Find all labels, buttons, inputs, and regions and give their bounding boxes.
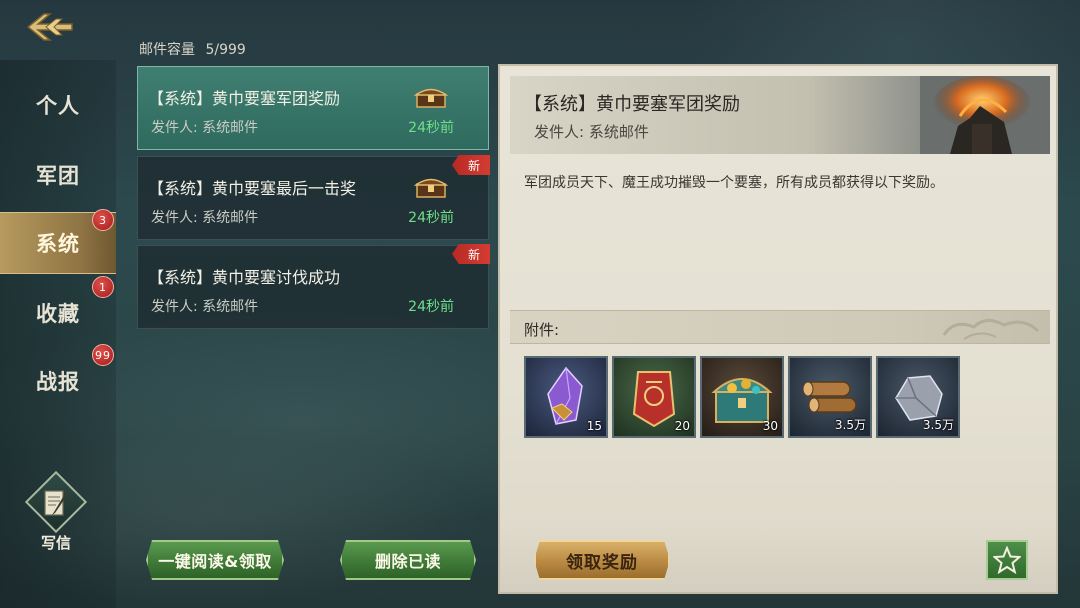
write-letter-label: 写信 <box>40 534 71 552</box>
item-count: 30 <box>762 419 778 433</box>
nav-item-legion[interactable]: 军团 <box>0 144 116 206</box>
new-badge: 新 <box>452 244 490 264</box>
mail-list-item[interactable]: 【系统】黄巾要塞最后一击奖 发件人: 系统邮件 24秒前 新 <box>137 155 490 240</box>
star-icon <box>993 546 1021 574</box>
mail-sender: 发件人: 系统邮件 <box>151 210 259 226</box>
mail-detail-panel: 【系统】黄巾要塞军团奖励 发件人: 系统邮件 军团成员天下、魔王成功摧毁一个要塞… <box>498 64 1058 594</box>
nav-item-label: 收藏 <box>36 302 80 326</box>
mail-title: 【系统】黄巾要塞最后一击奖 <box>148 179 357 198</box>
mail-title: 【系统】黄巾要塞军团奖励 <box>148 89 341 108</box>
back-button[interactable] <box>22 10 78 44</box>
item-count: 3.5万 <box>834 418 866 432</box>
mail-capacity: 邮件容量 5/999 <box>139 39 246 59</box>
mail-detail-title: 【系统】黄巾要塞军团奖励 <box>524 94 740 115</box>
favorite-button[interactable] <box>986 540 1028 580</box>
attachment-item[interactable]: 3.5万 <box>788 356 872 438</box>
cloud-ornament-icon <box>942 319 1040 340</box>
letter-pen-icon <box>44 490 68 516</box>
read-and-claim-all-button[interactable]: 一键阅读&领取 <box>146 540 284 580</box>
mail-title: 【系统】黄巾要塞讨伐成功 <box>148 268 341 287</box>
attachment-label: 附件: <box>524 321 560 339</box>
mail-time: 24秒前 <box>408 120 454 136</box>
item-count: 20 <box>674 419 690 433</box>
mail-detail-body: 军团成员天下、魔王成功摧毁一个要塞，所有成员都获得以下奖励。 <box>524 175 944 191</box>
nav-item-label: 系统 <box>36 232 80 256</box>
unread-badge: 99 <box>92 344 114 366</box>
capacity-value: 5/999 <box>205 42 246 58</box>
nav-item-label: 军团 <box>36 164 80 188</box>
mail-detail-sender: 发件人: 系统邮件 <box>534 123 649 141</box>
nav-item-personal[interactable]: 个人 <box>0 74 116 136</box>
delete-read-button[interactable]: 删除已读 <box>340 540 476 580</box>
unread-badge: 3 <box>92 209 114 231</box>
mail-time: 24秒前 <box>408 299 454 315</box>
mail-list-item[interactable]: 【系统】黄巾要塞军团奖励 发件人: 系统邮件 24秒前 <box>137 66 489 150</box>
attachment-chest-icon <box>414 88 448 108</box>
capacity-label: 邮件容量 <box>139 42 195 58</box>
item-count: 15 <box>586 419 602 433</box>
write-letter-button[interactable]: 写信 <box>20 470 92 554</box>
mail-sender: 发件人: 系统邮件 <box>151 299 259 315</box>
attachment-chest-icon <box>414 178 448 198</box>
nav-item-label: 个人 <box>36 94 80 118</box>
unread-badge: 1 <box>92 276 114 298</box>
attachment-bar: 附件: <box>510 310 1050 344</box>
nav-item-system[interactable]: 系统 3 <box>0 209 116 274</box>
claim-reward-button[interactable]: 领取奖励 <box>534 540 670 580</box>
attachment-item[interactable]: 15 <box>524 356 608 438</box>
new-badge: 新 <box>452 155 490 175</box>
mail-sender: 发件人: 系统邮件 <box>151 120 259 136</box>
nav-item-battle-report[interactable]: 战报 99 <box>0 344 116 412</box>
attachment-item[interactable]: 20 <box>612 356 696 438</box>
mail-list-item[interactable]: 【系统】黄巾要塞讨伐成功 发件人: 系统邮件 24秒前 新 <box>137 244 490 329</box>
nav-item-favorites[interactable]: 收藏 1 <box>0 276 116 344</box>
attachment-item[interactable]: 3.5万 <box>876 356 960 438</box>
mail-detail-header: 【系统】黄巾要塞军团奖励 发件人: 系统邮件 <box>510 76 1050 154</box>
item-count: 3.5万 <box>922 418 954 432</box>
nav-item-label: 战报 <box>36 370 80 394</box>
attachment-item[interactable]: 30 <box>700 356 784 438</box>
back-arrow-icon <box>26 13 73 41</box>
burning-fortress-art <box>920 76 1050 154</box>
mail-time: 24秒前 <box>408 210 454 226</box>
